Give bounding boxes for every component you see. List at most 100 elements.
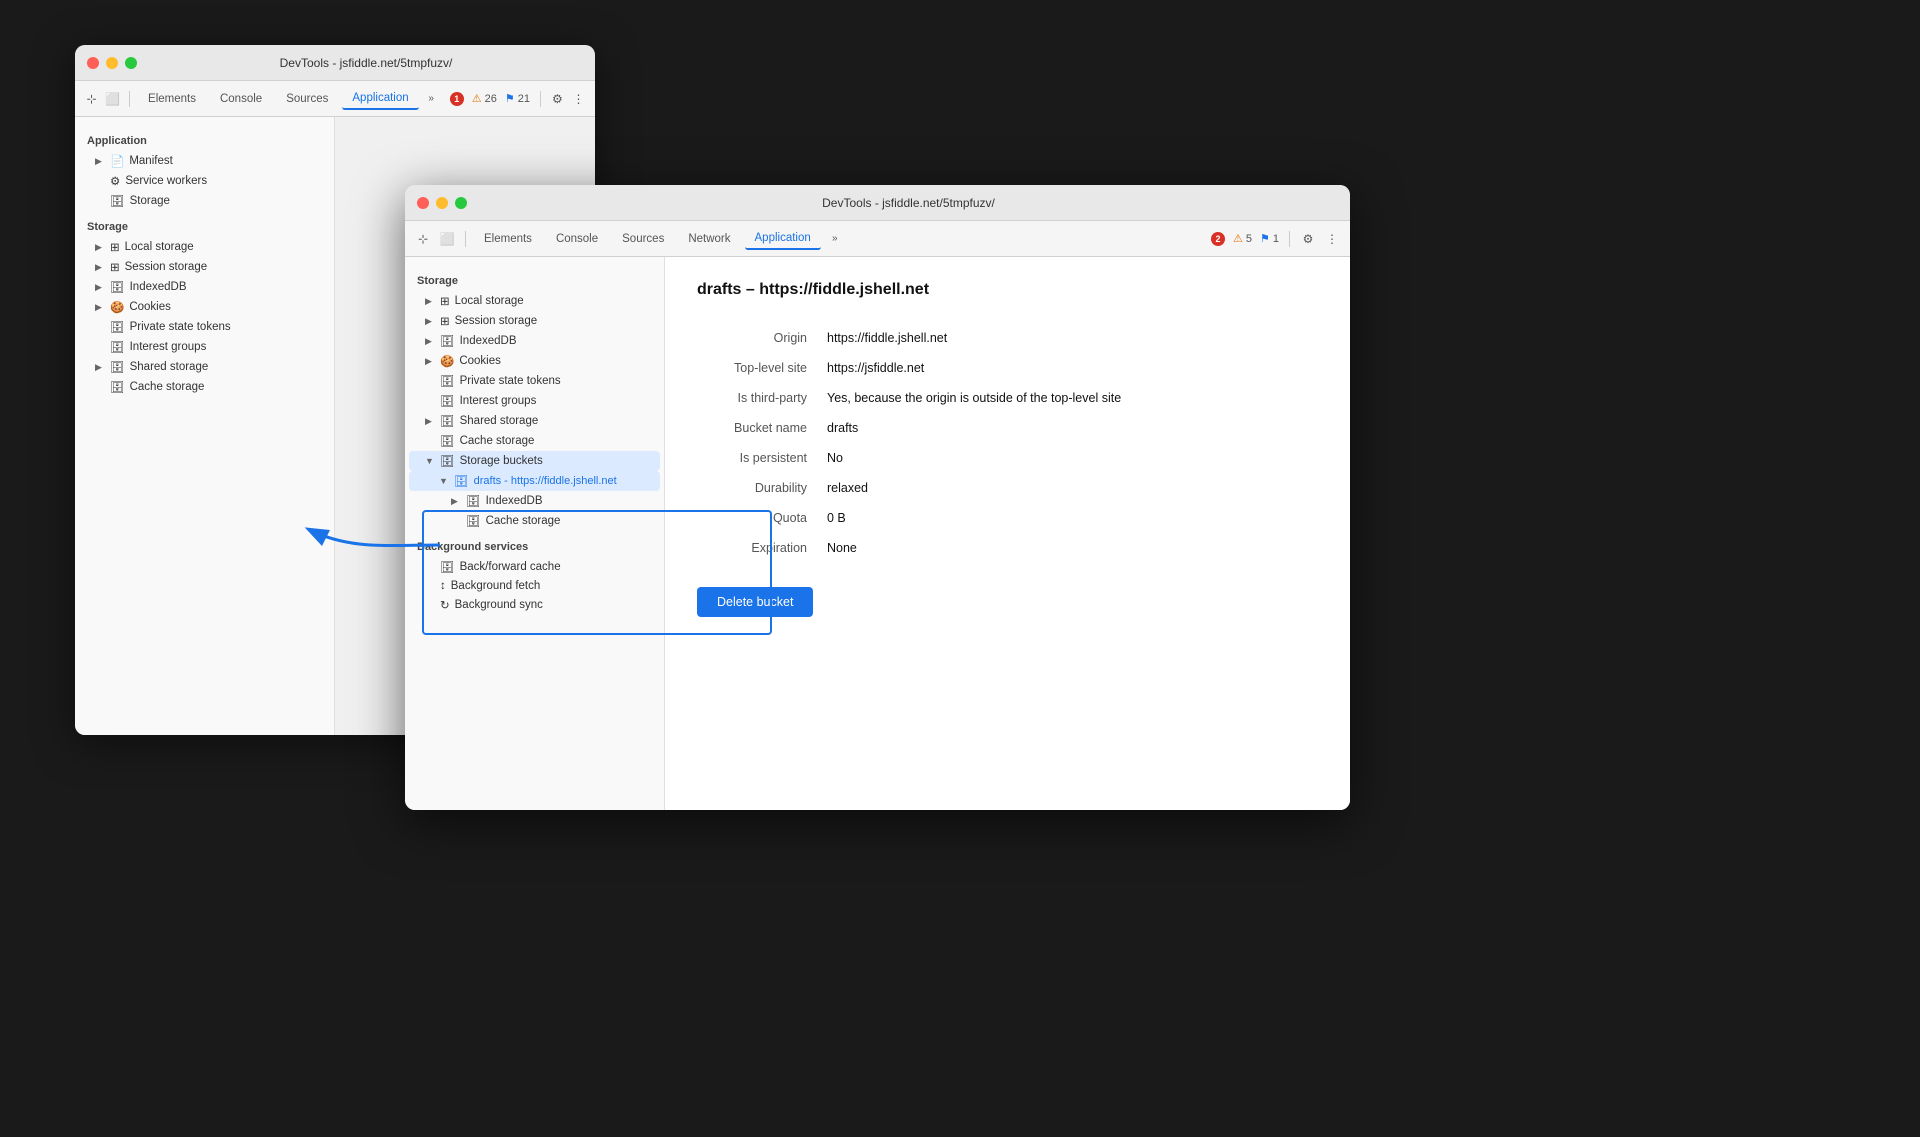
sidebar-item-cache-storage-bucket-front[interactable]: ▶ 🗄 Cache storage: [409, 511, 660, 531]
grid-icon-session-front: ⊞: [440, 314, 450, 328]
sidebar-item-shared-storage-back[interactable]: ▶ 🗄 Shared storage: [79, 357, 330, 377]
error-icon-front: 2: [1211, 232, 1225, 246]
cache-storage-label-front: Cache storage: [460, 435, 535, 447]
tab-application-front[interactable]: Application: [745, 228, 821, 250]
devtools-window-front[interactable]: DevTools - jsfiddle.net/5tmpfuzv/ ⊹ ⬜ El…: [405, 185, 1350, 810]
sidebar-item-service-workers-back[interactable]: ▶ ⚙ Service workers: [79, 171, 330, 191]
more-tabs-icon-back[interactable]: »: [423, 89, 440, 109]
sidebar-item-session-storage-back[interactable]: ▶ ⊞ Session storage: [79, 257, 330, 277]
arrow-ss-back: ▶: [95, 362, 105, 373]
drafts-label-front: drafts - https://fiddle.jshell.net: [474, 475, 617, 487]
sidebar-item-bgfetch-front[interactable]: ▶ ↕ Background fetch: [409, 577, 660, 595]
arrow-ss-front: ▶: [425, 416, 435, 427]
minimize-button-back[interactable]: [106, 57, 118, 69]
manifest-label-back: Manifest: [129, 155, 172, 167]
delete-bucket-button[interactable]: Delete bucket: [697, 587, 813, 617]
settings-icon-front[interactable]: ⚙: [1298, 229, 1318, 249]
sidebar-item-storage-buckets-front[interactable]: ▼ 🗄 Storage buckets: [409, 451, 660, 471]
info-label: Quota: [697, 503, 827, 533]
arrow-manifest-back: ▶: [95, 156, 105, 167]
inspect-icon[interactable]: ⊹: [83, 89, 100, 109]
sidebar-item-manifest-back[interactable]: ▶ 📄 Manifest: [79, 151, 330, 171]
tab-application-back[interactable]: Application: [342, 88, 418, 110]
sidebar-item-cookies-back[interactable]: ▶ 🍪 Cookies: [79, 297, 330, 317]
panel-title-front: drafts – https://fiddle.jshell.net: [697, 281, 1318, 299]
shared-storage-label-front: Shared storage: [460, 415, 539, 427]
sidebar-item-interest-groups-front[interactable]: ▶ 🗄 Interest groups: [409, 391, 660, 411]
sidebar-item-drafts-front[interactable]: ▼ 🗄 drafts - https://fiddle.jshell.net: [409, 471, 660, 491]
tab-console-back[interactable]: Console: [210, 89, 272, 109]
sidebar-item-interest-groups-back[interactable]: ▶ 🗄 Interest groups: [79, 337, 330, 357]
tab-network-front[interactable]: Network: [678, 229, 740, 249]
tab-elements-back[interactable]: Elements: [138, 89, 206, 109]
arrow-session-front: ▶: [425, 316, 435, 327]
sidebar-item-private-state-back[interactable]: ▶ 🗄 Private state tokens: [79, 317, 330, 337]
sidebar-item-bfc-front[interactable]: ▶ 🗄 Back/forward cache: [409, 557, 660, 577]
sidebar-item-private-state-front[interactable]: ▶ 🗄 Private state tokens: [409, 371, 660, 391]
warning-count-back: 26: [485, 93, 497, 105]
sidebar-item-cache-storage-back[interactable]: ▶ 🗄 Cache storage: [79, 377, 330, 397]
sidebar-item-storage-back[interactable]: ▶ 🗄 Storage: [79, 191, 330, 211]
device-icon-front[interactable]: ⬜: [437, 229, 457, 249]
shared-storage-label-back: Shared storage: [130, 361, 209, 373]
settings-icon-back[interactable]: ⚙: [549, 89, 566, 109]
db-icon-pst-back: 🗄: [110, 320, 125, 334]
tab-sources-front[interactable]: Sources: [612, 229, 674, 249]
info-row: Durabilityrelaxed: [697, 473, 1318, 503]
close-button-front[interactable]: [417, 197, 429, 209]
storage-buckets-label-front: Storage buckets: [460, 455, 543, 467]
tab-console-front[interactable]: Console: [546, 229, 608, 249]
tab-elements-front[interactable]: Elements: [474, 229, 542, 249]
sidebar-front: Storage ▶ ⊞ Local storage ▶ ⊞ Session st…: [405, 257, 665, 810]
maximize-button-back[interactable]: [125, 57, 137, 69]
db-icon-idb-back: 🗄: [110, 280, 125, 294]
body-front: Storage ▶ ⊞ Local storage ▶ ⊞ Session st…: [405, 257, 1350, 810]
sidebar-item-indexeddb-back[interactable]: ▶ 🗄 IndexedDB: [79, 277, 330, 297]
sidebar-item-indexeddb-front[interactable]: ▶ 🗄 IndexedDB: [409, 331, 660, 351]
sidebar-item-session-storage-front[interactable]: ▶ ⊞ Session storage: [409, 311, 660, 331]
cookies-label-back: Cookies: [129, 301, 171, 313]
info-badge-back: ⚑ 21: [505, 92, 530, 105]
sidebar-item-shared-storage-front[interactable]: ▶ 🗄 Shared storage: [409, 411, 660, 431]
sidebar-item-local-storage-front[interactable]: ▶ ⊞ Local storage: [409, 291, 660, 311]
info-row: Top-level sitehttps://jsfiddle.net: [697, 353, 1318, 383]
indexeddb-bucket-label-front: IndexedDB: [486, 495, 543, 507]
minimize-button-front[interactable]: [436, 197, 448, 209]
info-count-back: 21: [518, 93, 530, 105]
info-icon-front: ⚑: [1260, 232, 1270, 245]
arrow-idb-back: ▶: [95, 282, 105, 293]
maximize-button-front[interactable]: [455, 197, 467, 209]
cookie-icon-front: 🍪: [440, 354, 454, 368]
info-badge-front: ⚑ 1: [1260, 232, 1279, 245]
more-tabs-icon-front[interactable]: »: [825, 229, 845, 249]
bgfetch-label-front: Background fetch: [451, 580, 541, 592]
close-button-back[interactable]: [87, 57, 99, 69]
tab-sources-back[interactable]: Sources: [276, 89, 338, 109]
info-row: Bucket namedrafts: [697, 413, 1318, 443]
sidebar-item-local-storage-back[interactable]: ▶ ⊞ Local storage: [79, 237, 330, 257]
interest-groups-label-front: Interest groups: [460, 395, 537, 407]
indexeddb-label-back: IndexedDB: [130, 281, 187, 293]
warning-badge-front: ⚠ 5: [1233, 232, 1252, 245]
arrow-cookies-front: ▶: [425, 356, 435, 367]
warning-badge-back: ⚠ 26: [472, 92, 497, 105]
device-icon[interactable]: ⬜: [104, 89, 121, 109]
toolbar-sep-1-front: [465, 231, 466, 247]
sidebar-item-bgsync-front[interactable]: ▶ ↻ Background sync: [409, 595, 660, 615]
cookie-icon-back: 🍪: [110, 300, 124, 314]
sidebar-back: Application ▶ 📄 Manifest ▶ ⚙ Service wor…: [75, 117, 335, 735]
info-label: Origin: [697, 323, 827, 353]
db-icon-ig-back: 🗄: [110, 340, 125, 354]
inspect-icon-front[interactable]: ⊹: [413, 229, 433, 249]
sidebar-item-indexeddb-bucket-front[interactable]: ▶ 🗄 IndexedDB: [409, 491, 660, 511]
sidebar-item-cache-storage-front[interactable]: ▶ 🗄 Cache storage: [409, 431, 660, 451]
sidebar-item-cookies-front[interactable]: ▶ 🍪 Cookies: [409, 351, 660, 371]
kebab-icon-front[interactable]: ⋮: [1322, 229, 1342, 249]
info-row: Is persistentNo: [697, 443, 1318, 473]
warning-count-front: 5: [1246, 233, 1252, 245]
arrow-idb-bucket-front: ▶: [451, 496, 461, 507]
cookies-label-front: Cookies: [459, 355, 501, 367]
kebab-icon-back[interactable]: ⋮: [570, 89, 587, 109]
db-icon-ss-back: 🗄: [110, 360, 125, 374]
doc-icon-back: 📄: [110, 154, 124, 168]
